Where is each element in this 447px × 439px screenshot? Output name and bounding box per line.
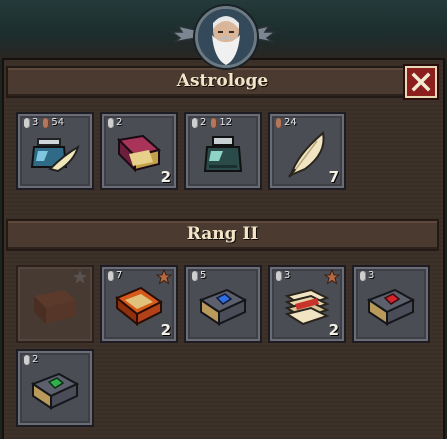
ink-bottle-quill-icon bbox=[30, 137, 80, 173]
bronze-count: 54 bbox=[51, 117, 65, 128]
recipe-counts: 2 bbox=[24, 354, 38, 365]
recipe-slot-2[interactable]: 7 2 bbox=[100, 265, 178, 343]
item-quantity: 2 bbox=[160, 168, 171, 186]
ink-bottle-icon bbox=[203, 135, 243, 172]
green-gem-book-icon bbox=[30, 372, 80, 410]
item-quantity: 2 bbox=[328, 321, 339, 339]
star-icon bbox=[73, 270, 87, 284]
close-button[interactable] bbox=[405, 66, 437, 98]
recipe-counts: 7 bbox=[108, 270, 122, 281]
silver-pip-icon bbox=[24, 354, 30, 365]
ingredient-slot-3[interactable]: 2 12 bbox=[184, 112, 262, 190]
page-title: Astrologe bbox=[176, 71, 269, 91]
silver-count: 2 bbox=[200, 117, 207, 128]
ornament-left-icon bbox=[170, 24, 196, 43]
silver-pip-icon bbox=[276, 270, 282, 281]
item-quantity: 2 bbox=[160, 321, 171, 339]
silver-count: 3 bbox=[32, 117, 39, 128]
ingredient-slot-2[interactable]: 2 2 bbox=[100, 112, 178, 190]
recipe-counts: 3 bbox=[276, 270, 290, 281]
silver-count: 3 bbox=[368, 270, 375, 281]
silver-count: 3 bbox=[284, 270, 291, 281]
silver-pip-icon bbox=[108, 270, 114, 281]
silver-count: 2 bbox=[116, 117, 123, 128]
silver-count: 5 bbox=[200, 270, 207, 281]
scroll-stack-icon bbox=[284, 288, 330, 326]
item-quantity: 7 bbox=[328, 168, 339, 186]
astrologer-portrait bbox=[195, 6, 257, 68]
silver-count: 2 bbox=[32, 354, 39, 365]
bronze-count: 12 bbox=[219, 117, 233, 128]
locked-book-icon bbox=[34, 289, 76, 324]
open-red-book-icon bbox=[116, 134, 162, 173]
rank-title: Rang II bbox=[186, 224, 259, 244]
title-bar: Astrologe bbox=[6, 66, 439, 98]
bronze-pip-icon bbox=[211, 117, 218, 128]
ingredient-slot-4[interactable]: 24 7 bbox=[268, 112, 346, 190]
close-icon bbox=[411, 72, 431, 92]
recipe-slot-locked[interactable] bbox=[16, 265, 94, 343]
star-icon bbox=[156, 269, 172, 285]
bronze-pip-icon bbox=[43, 117, 50, 128]
quill-feather-icon bbox=[288, 131, 325, 178]
red-gem-book-icon bbox=[366, 288, 416, 326]
ingredient-counts: 24 bbox=[276, 117, 297, 128]
silver-count: 7 bbox=[116, 270, 123, 281]
recipe-slot-5[interactable]: 3 bbox=[352, 265, 430, 343]
ingredient-counts: 2 bbox=[108, 117, 122, 128]
bronze-pip-icon bbox=[276, 117, 282, 128]
recipe-counts: 5 bbox=[192, 270, 206, 281]
silver-pip-icon bbox=[360, 270, 366, 281]
rank-bar: Rang II bbox=[6, 219, 439, 251]
silver-pip-icon bbox=[192, 117, 198, 128]
recipe-slot-4[interactable]: 3 2 bbox=[268, 265, 346, 343]
ingredient-counts: 2 12 bbox=[192, 117, 232, 128]
ingredient-slot-1[interactable]: 3 54 bbox=[16, 112, 94, 190]
ingredient-counts: 3 54 bbox=[24, 117, 64, 128]
bronze-count: 24 bbox=[284, 117, 297, 128]
silver-pip-icon bbox=[24, 117, 30, 128]
recipe-slot-6[interactable]: 2 bbox=[16, 349, 94, 427]
recipe-counts: 3 bbox=[360, 270, 374, 281]
open-orange-book-icon bbox=[115, 286, 163, 327]
blue-gem-book-icon bbox=[198, 288, 248, 326]
recipe-slot-3[interactable]: 5 bbox=[184, 265, 262, 343]
silver-pip-icon bbox=[108, 117, 114, 128]
silver-pip-icon bbox=[192, 270, 198, 281]
star-icon bbox=[324, 269, 340, 285]
